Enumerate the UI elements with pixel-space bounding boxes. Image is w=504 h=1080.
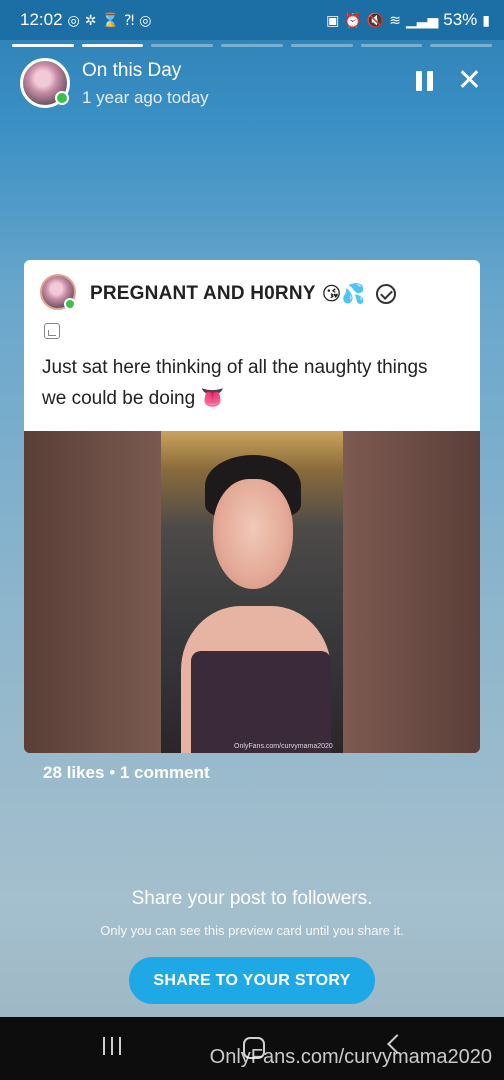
image-blur-left xyxy=(24,431,161,753)
share-to-story-button[interactable]: SHARE TO YOUR STORY xyxy=(129,957,375,1004)
author-name-text: PREGNANT AND H0RNY xyxy=(90,283,316,304)
post-preview-card[interactable]: PREGNANT AND H0RNY 😘💦 Just sat here thin… xyxy=(24,260,480,753)
story-subtitle: 1 year ago today xyxy=(82,88,209,107)
photo xyxy=(161,431,343,753)
image-blur-right xyxy=(343,431,480,753)
online-status-icon xyxy=(55,91,69,105)
post-stats: 28 likes • 1 comment xyxy=(43,763,210,783)
share-title: Share your post to followers. xyxy=(131,888,373,909)
signal-icon: ⁈ xyxy=(123,12,135,28)
post-author-name[interactable]: PREGNANT AND H0RNY 😘💦 xyxy=(90,282,396,306)
comments-count: 1 comment xyxy=(119,763,210,782)
progress-segment xyxy=(290,44,353,47)
progress-segment xyxy=(81,44,144,47)
mute-icon: 🔇 xyxy=(366,12,385,28)
target-icon: ◎ xyxy=(67,12,80,28)
alarm-icon: ⏰ xyxy=(344,12,362,28)
image-icon xyxy=(44,323,60,339)
progress-segment xyxy=(430,44,493,47)
image-watermark: OnlyFans.com/curvymama2020 xyxy=(234,743,333,750)
hourglass-icon: ⌛ xyxy=(101,12,119,28)
pause-button[interactable] xyxy=(416,71,436,93)
status-bar: 12:02 ◎ ✲ ⌛ ⁈ ◎ ▣ ⏰ 🔇 ≋ ▁▃▅ 53% ▮ xyxy=(0,0,504,40)
pause-icon xyxy=(416,71,422,91)
status-time: 12:02 xyxy=(20,10,63,29)
story-header: On this Day 1 year ago today ✕ xyxy=(20,58,484,110)
online-status-icon xyxy=(64,298,76,310)
cell-signal-icon: ▁▃▅ xyxy=(405,12,439,28)
likes-count: 28 likes xyxy=(43,763,105,782)
separator: • xyxy=(109,763,116,782)
watermark: OnlyFans.com/curvymama2020 xyxy=(209,1046,492,1068)
verified-icon xyxy=(375,284,396,304)
progress-segment xyxy=(221,44,283,47)
post-image[interactable]: OnlyFans.com/curvymama2020 xyxy=(24,431,480,753)
progress-segment xyxy=(12,44,74,47)
progress-segment xyxy=(360,44,423,47)
battery-level: 53% xyxy=(443,10,478,29)
wifi-icon: ≋ xyxy=(389,12,401,28)
close-icon: ✕ xyxy=(456,64,482,97)
target-icon: ◎ xyxy=(139,12,152,28)
story-title: On this Day xyxy=(82,60,182,81)
share-subtitle: Only you can see this preview card until… xyxy=(100,923,404,938)
recents-button[interactable] xyxy=(103,1037,121,1055)
battery-icon: ▮ xyxy=(482,12,490,28)
close-button[interactable]: ✕ xyxy=(456,64,482,97)
lock-icon: ▣ xyxy=(326,12,340,28)
recents-icon xyxy=(103,1037,105,1055)
author-emoji: 😘💦 xyxy=(321,284,366,305)
progress-segment xyxy=(151,44,214,47)
post-text: Just sat here thinking of all the naught… xyxy=(42,357,428,409)
gear-icon: ✲ xyxy=(84,12,97,28)
story-progress xyxy=(12,44,493,47)
